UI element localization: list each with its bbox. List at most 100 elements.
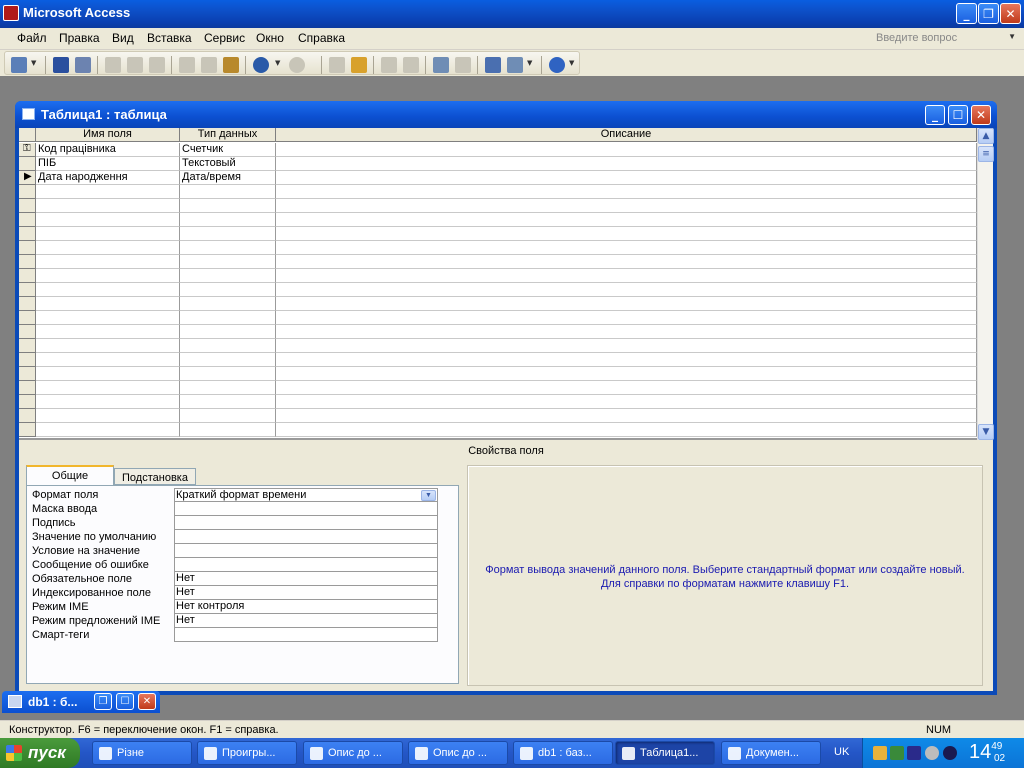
field-name-cell[interactable] <box>36 269 180 283</box>
minimize-button[interactable]: _ <box>956 3 977 24</box>
start-button[interactable]: пуск <box>0 738 80 768</box>
field-name-cell[interactable] <box>36 367 180 381</box>
row-selector[interactable] <box>19 241 36 255</box>
scroll-thumb[interactable]: ≡ <box>978 146 994 162</box>
description-cell[interactable] <box>276 227 977 241</box>
description-cell[interactable] <box>276 353 977 367</box>
tray-app-icon[interactable] <box>873 746 887 760</box>
tab-lookup[interactable]: Подстановка <box>114 468 196 485</box>
indexes-icon[interactable] <box>351 57 367 73</box>
data-type-cell[interactable] <box>180 269 276 283</box>
property-value[interactable]: Нет <box>174 614 438 628</box>
data-type-cell[interactable] <box>180 283 276 297</box>
row-selector[interactable] <box>19 325 36 339</box>
spelling-icon[interactable] <box>149 57 165 73</box>
field-name-cell[interactable] <box>36 297 180 311</box>
field-name-cell[interactable]: ПІБ <box>36 157 180 171</box>
description-cell[interactable] <box>276 171 977 185</box>
mini-maximize-button[interactable]: ☐ <box>116 693 134 710</box>
delete-rows-icon[interactable] <box>403 57 419 73</box>
property-value[interactable] <box>174 530 438 544</box>
data-type-cell[interactable] <box>180 409 276 423</box>
property-value[interactable] <box>174 502 438 516</box>
property-value[interactable] <box>174 544 438 558</box>
restore-button[interactable]: ❐ <box>978 3 999 24</box>
row-selector[interactable] <box>19 157 36 171</box>
property-value[interactable]: Нет <box>174 572 438 586</box>
menu-help[interactable]: Справка <box>298 31 345 45</box>
chevron-down-icon[interactable]: ▼ <box>1008 32 1016 41</box>
field-name-cell[interactable] <box>36 185 180 199</box>
property-value[interactable]: Краткий формат времени ▼ <box>174 488 438 502</box>
ask-question-input[interactable]: Введите вопрос ▼ <box>872 30 1020 48</box>
row-selector[interactable] <box>19 381 36 395</box>
property-value[interactable] <box>174 558 438 572</box>
field-name-cell[interactable] <box>36 241 180 255</box>
print-icon[interactable] <box>105 57 121 73</box>
taskbar-button[interactable]: Таблица1... <box>615 741 715 765</box>
field-name-cell[interactable] <box>36 199 180 213</box>
description-cell[interactable] <box>276 297 977 311</box>
mini-close-button[interactable]: ✕ <box>138 693 156 710</box>
undo-icon[interactable] <box>253 57 269 73</box>
minimized-db-window[interactable]: db1 : б... ❐ ☐ ✕ <box>2 691 160 713</box>
row-selector[interactable] <box>19 255 36 269</box>
description-cell[interactable] <box>276 409 977 423</box>
data-type-cell[interactable] <box>180 325 276 339</box>
row-selector[interactable] <box>19 423 36 437</box>
taskbar-button[interactable]: Опис до ... <box>408 741 508 765</box>
field-name-cell[interactable] <box>36 423 180 437</box>
database-window-icon[interactable] <box>485 57 501 73</box>
design-minimize-button[interactable]: _ <box>925 105 945 125</box>
data-type-cell[interactable] <box>180 311 276 325</box>
volume-icon[interactable] <box>925 746 939 760</box>
description-cell[interactable] <box>276 381 977 395</box>
design-maximize-button[interactable]: ☐ <box>948 105 968 125</box>
menu-file[interactable]: Файл <box>17 31 47 45</box>
data-type-cell[interactable] <box>180 227 276 241</box>
row-selector[interactable] <box>19 269 36 283</box>
description-cell[interactable] <box>276 339 977 353</box>
description-cell[interactable] <box>276 185 977 199</box>
data-type-cell[interactable] <box>180 353 276 367</box>
data-type-cell[interactable]: Дата/время <box>180 171 276 185</box>
data-type-cell[interactable] <box>180 185 276 199</box>
taskbar-button[interactable]: Докумен... <box>721 741 821 765</box>
description-cell[interactable] <box>276 283 977 297</box>
field-name-cell[interactable] <box>36 339 180 353</box>
view-dropdown-icon[interactable]: ▼ <box>31 59 39 75</box>
language-indicator[interactable]: UK <box>834 746 849 758</box>
row-selector[interactable] <box>19 227 36 241</box>
row-selector[interactable] <box>19 367 36 381</box>
row-selector[interactable] <box>19 353 36 367</box>
data-type-cell[interactable]: Текстовый <box>180 157 276 171</box>
row-selector[interactable] <box>19 213 36 227</box>
taskbar-button[interactable]: Опис до ... <box>303 741 403 765</box>
data-type-cell[interactable] <box>180 213 276 227</box>
tab-general[interactable]: Общие <box>26 465 114 485</box>
field-name-cell[interactable] <box>36 213 180 227</box>
toolbar-options-icon[interactable]: ▼ <box>569 59 577 75</box>
row-selector[interactable] <box>19 297 36 311</box>
field-name-cell[interactable] <box>36 325 180 339</box>
description-cell[interactable] <box>276 423 977 437</box>
description-cell[interactable] <box>276 269 977 283</box>
grid-scrollbar[interactable]: ▲ ≡ ▼ <box>977 128 994 440</box>
data-type-cell[interactable] <box>180 381 276 395</box>
menu-edit[interactable]: Правка <box>59 31 100 45</box>
new-object-icon[interactable] <box>507 57 523 73</box>
search-file-icon[interactable] <box>75 57 91 73</box>
description-cell[interactable] <box>276 367 977 381</box>
row-selector[interactable] <box>19 395 36 409</box>
description-cell[interactable] <box>276 213 977 227</box>
taskbar-button[interactable]: db1 : баз... <box>513 741 613 765</box>
description-cell[interactable] <box>276 311 977 325</box>
description-cell[interactable] <box>276 157 977 171</box>
field-name-cell[interactable] <box>36 395 180 409</box>
preview-icon[interactable] <box>127 57 143 73</box>
row-selector[interactable] <box>19 311 36 325</box>
row-selector[interactable] <box>19 339 36 353</box>
field-name-cell[interactable] <box>36 311 180 325</box>
design-close-button[interactable]: ✕ <box>971 105 991 125</box>
row-selector[interactable]: ▶ <box>19 171 36 185</box>
